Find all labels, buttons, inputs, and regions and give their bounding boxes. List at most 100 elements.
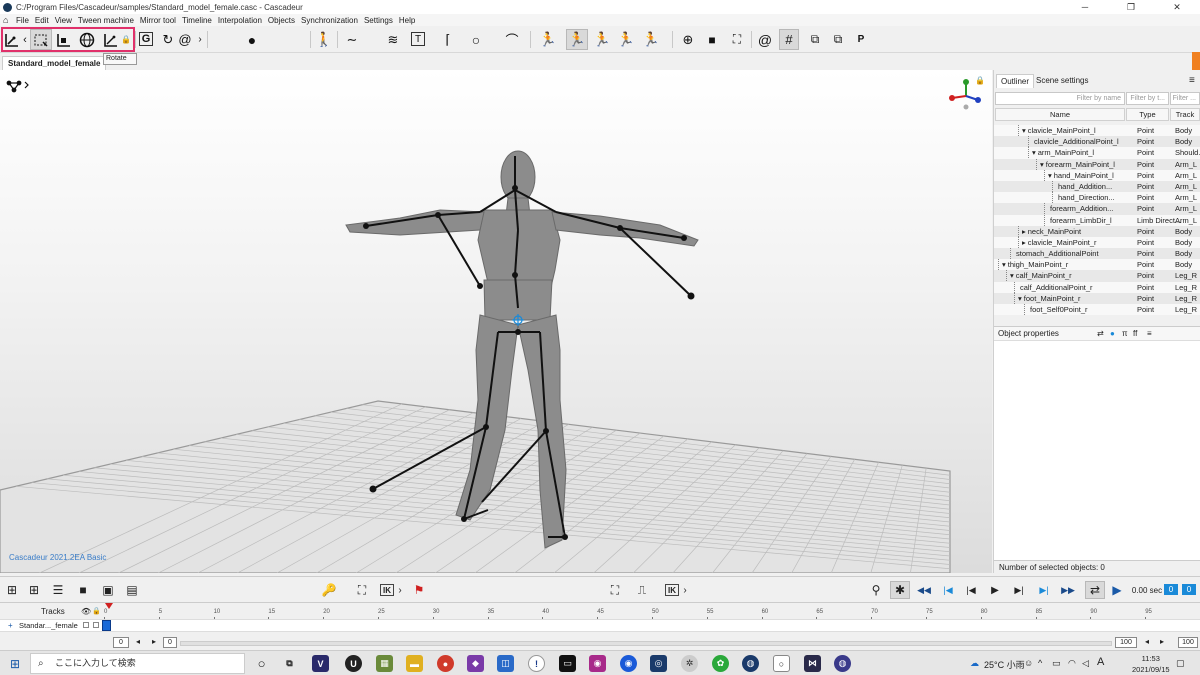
chrome-icon[interactable]: ● <box>437 655 454 672</box>
figure-icon[interactable]: 🚶 <box>315 29 332 50</box>
ik-toggle-button[interactable]: IK <box>380 584 394 596</box>
menu-file[interactable]: File <box>16 16 29 25</box>
bracket-icon[interactable]: ⌈ <box>440 29 456 50</box>
current-frame-input[interactable]: 0 <box>163 637 177 648</box>
app-vscode-icon[interactable]: ⋈ <box>804 655 821 672</box>
frame-select-2-icon[interactable]: ⛶ <box>607 581 623 599</box>
run-pose-icon[interactable]: 🏃 <box>538 29 558 50</box>
viewport-lock-icon[interactable]: 🔒 <box>975 76 985 85</box>
grid-icon[interactable]: # <box>779 29 799 50</box>
menu-tween-machine[interactable]: Tween machine <box>78 16 134 25</box>
app-oval-icon[interactable]: ○ <box>773 655 790 672</box>
filter-type-input[interactable]: Filter by t... <box>1126 92 1169 105</box>
track-lock-checkbox[interactable] <box>93 622 99 628</box>
app-unity-icon[interactable]: U <box>345 655 362 672</box>
outliner-row[interactable]: ▸ clavicle_MainPoint_r Point Body <box>994 236 1200 249</box>
clock[interactable]: 11:53 2021/09/15 <box>1132 653 1170 675</box>
browser-globe-icon[interactable]: ◍ <box>742 655 759 672</box>
timeline-scrollbar[interactable] <box>180 641 1112 646</box>
menu-edit[interactable]: Edit <box>35 16 49 25</box>
minimize-button[interactable]: ─ <box>1062 0 1108 14</box>
expander-icon[interactable]: ▾ <box>1022 126 1026 135</box>
ik-chevron-icon[interactable]: › <box>396 581 404 599</box>
volume-icon[interactable]: ◁ <box>1082 658 1089 669</box>
app-green-icon[interactable]: ▦ <box>376 655 393 672</box>
app-info-icon[interactable]: ! <box>528 655 545 672</box>
task-view-icon[interactable]: ○ <box>253 655 270 672</box>
outliner-row-name[interactable]: stomach_AdditionalPoint <box>1014 248 1134 259</box>
expander-icon[interactable]: ▾ <box>1040 160 1044 169</box>
menu-interpolation[interactable]: Interpolation <box>218 16 262 25</box>
evernote-icon[interactable]: ✿ <box>712 655 729 672</box>
playhead-keyframe[interactable] <box>102 620 111 631</box>
outliner-row[interactable]: forearm_Addition... Point Arm_L <box>994 203 1200 215</box>
notification-icon[interactable]: ▢ <box>1176 658 1185 669</box>
run-pose-2-icon[interactable]: 🏃 <box>592 29 612 50</box>
snapshot-icon[interactable]: ▣ <box>100 581 116 599</box>
app-purple-icon[interactable]: ◆ <box>467 655 484 672</box>
outliner-row[interactable]: ▾ calf_MainPoint_r Point Leg_R <box>994 270 1200 282</box>
swirl-icon[interactable]: @ <box>757 29 773 50</box>
column-type[interactable]: Type <box>1126 108 1169 121</box>
curve-arrow-icon[interactable]: ↻ <box>163 29 174 50</box>
playhead-marker-icon[interactable] <box>105 603 113 609</box>
outliner-row[interactable]: foot_Self0Point_r Point Leg_R <box>994 304 1200 316</box>
run-pose-3-icon[interactable]: 🏃 <box>616 29 636 50</box>
outliner-row-name[interactable]: forearm_LimbDir_l <box>1048 215 1134 226</box>
menu-view[interactable]: View <box>55 16 72 25</box>
run-pose-selected-icon[interactable]: 🏃 <box>566 29 588 50</box>
range-start-input[interactable]: 0 <box>113 637 129 648</box>
range-end-right-icon[interactable]: ▸ <box>1160 637 1164 646</box>
loop-icon[interactable]: ⇄ <box>1085 581 1105 599</box>
visibility-icon[interactable]: 👁 <box>81 607 91 616</box>
track-row[interactable]: + Standar..._female <box>0 619 1200 632</box>
3d-viewport[interactable]: 🔒 <box>0 70 992 573</box>
outliner-row[interactable]: ▾ hand_MainPoint_l Point Arm_L <box>994 169 1200 181</box>
copy-icon[interactable]: ⧉ <box>806 29 824 50</box>
outliner-row-name[interactable]: ▾ arm_MainPoint_l <box>1032 147 1134 158</box>
outliner-row-name[interactable]: calf_AdditionalPoint_r <box>1018 282 1134 293</box>
outliner-row-name[interactable]: hand_Addition... <box>1056 181 1134 192</box>
app-gear-icon[interactable]: ✲ <box>681 655 698 672</box>
menu-help[interactable]: Help <box>399 16 415 25</box>
app-blue-icon[interactable]: ◫ <box>497 655 514 672</box>
fast-forward-icon[interactable]: ▶▶ <box>1061 581 1075 599</box>
key-icon[interactable]: 🔑 <box>322 581 337 599</box>
outliner-row[interactable]: ▾ foot_MainPoint_r Point Leg_R <box>994 292 1200 304</box>
frames-icon[interactable]: ▤ <box>124 581 140 599</box>
network-icon[interactable]: ◠ <box>1068 658 1076 669</box>
steam-icon[interactable]: ◎ <box>650 655 667 672</box>
rewind-icon[interactable]: ◀◀ <box>917 581 931 599</box>
interpolation-curve-icon[interactable]: ∼ <box>342 29 362 50</box>
app-vs-icon[interactable]: V <box>312 655 329 672</box>
layer-icon[interactable]: ■ <box>75 581 91 599</box>
range-end-left-icon[interactable]: ◂ <box>1145 637 1149 646</box>
track-expand-icon[interactable]: + <box>8 621 13 630</box>
range-right-icon[interactable]: ▸ <box>152 637 156 646</box>
outliner-row-name[interactable]: clavicle_AdditionalPoint_l <box>1032 136 1134 147</box>
expander-icon[interactable]: ▾ <box>1032 148 1036 157</box>
outliner-row[interactable]: clavicle_AdditionalPoint_l Point Body <box>994 136 1200 148</box>
maximize-button[interactable]: ❐ <box>1108 0 1154 14</box>
range-end-input[interactable]: 100 <box>1115 637 1137 648</box>
widgets-icon[interactable]: ⧉ <box>281 655 298 672</box>
expander-icon[interactable]: ▸ <box>1022 238 1026 247</box>
outliner-row-name[interactable]: ▸ clavicle_MainPoint_r <box>1022 237 1134 248</box>
frame-display-b[interactable]: 0 <box>1182 584 1196 595</box>
props-list-icon[interactable]: ≡ <box>1147 327 1152 341</box>
range-end-input-2[interactable]: 100 <box>1178 637 1198 648</box>
frame-focus-icon[interactable]: ⛶ <box>728 29 746 50</box>
ik-toggle-button-2[interactable]: IK <box>665 584 679 596</box>
t-tool-button[interactable]: T <box>411 32 425 46</box>
outliner-row[interactable]: calf_AdditionalPoint_r Point Leg_R <box>994 281 1200 293</box>
ik-chevron-2-icon[interactable]: › <box>681 581 689 599</box>
play-range-icon[interactable]: ▶ <box>1110 581 1124 599</box>
outliner-row[interactable]: forearm_LimbDir_l Limb Direct... Arm_L <box>994 214 1200 226</box>
outliner-row[interactable]: hand_Addition... Point Arm_L <box>994 180 1200 193</box>
outliner-row-name[interactable]: forearm_Addition... <box>1048 203 1134 214</box>
next-frame-icon[interactable]: ▶| <box>1012 581 1026 599</box>
g-tool-button[interactable]: G <box>139 32 153 46</box>
outliner-row[interactable]: ▾ thigh_MainPoint_r Point Body <box>994 259 1200 271</box>
outliner-row-name[interactable]: ▾ thigh_MainPoint_r <box>1002 259 1134 270</box>
props-pi-icon[interactable]: π <box>1122 327 1128 341</box>
